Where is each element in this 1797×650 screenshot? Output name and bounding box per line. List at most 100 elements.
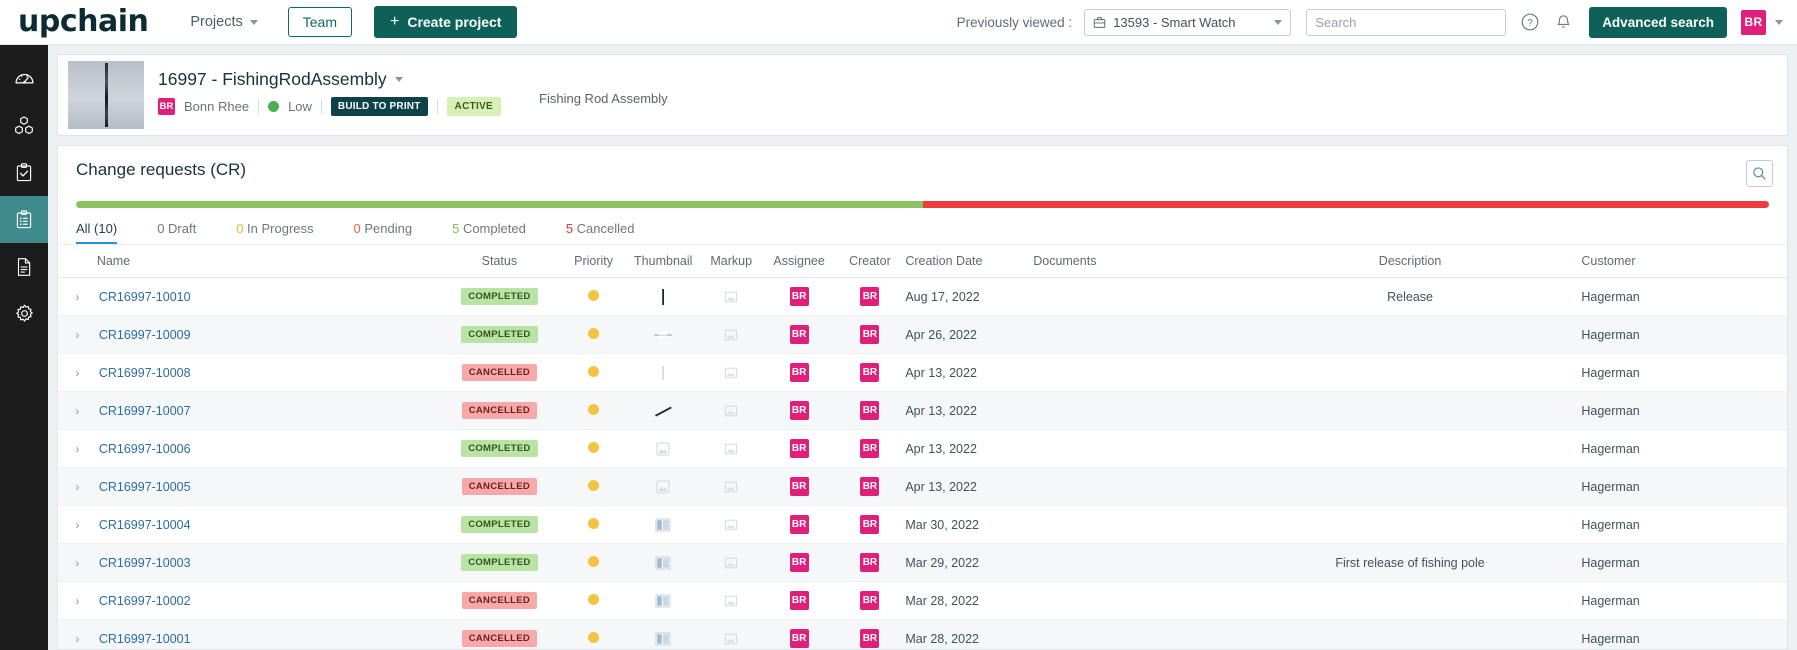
table-row[interactable]: › CR16997-10009 COMPLETED BR BR Apr 26, 2022 H…	[58, 315, 1787, 354]
assignee-avatar[interactable]: BR	[789, 591, 809, 610]
help-button[interactable]: ?	[1520, 12, 1540, 32]
column-creation-date[interactable]: Creation Date	[905, 245, 1034, 278]
previously-viewed-select[interactable]: 13593 - Smart Watch	[1084, 8, 1292, 36]
row-expand-toggle[interactable]: ›	[58, 391, 97, 430]
markup-image-icon[interactable]	[724, 632, 738, 646]
assignee-avatar[interactable]: BR	[789, 477, 809, 496]
chevron-right-icon[interactable]: ›	[75, 556, 79, 570]
markup-image-icon[interactable]	[724, 290, 738, 304]
sidebar-item-settings[interactable]	[0, 290, 48, 337]
project-thumbnail[interactable]	[68, 61, 144, 129]
assignee-avatar[interactable]: BR	[789, 287, 809, 306]
creator-avatar[interactable]: BR	[860, 591, 880, 610]
change-request-link[interactable]: CR16997-10007	[97, 404, 191, 418]
change-request-link[interactable]: CR16997-10002	[97, 594, 191, 608]
row-expand-toggle[interactable]: ›	[58, 543, 97, 582]
row-thumbnail-rod-thin[interactable]	[650, 364, 676, 382]
creator-avatar[interactable]: BR	[860, 629, 880, 648]
column-name[interactable]: Name	[96, 245, 440, 278]
chevron-right-icon[interactable]: ›	[75, 442, 79, 456]
create-project-button[interactable]: + Create project	[373, 6, 518, 38]
chevron-right-icon[interactable]: ›	[75, 290, 79, 304]
column-assignee[interactable]: Assignee	[763, 245, 835, 278]
table-row[interactable]: › CR16997-10010 COMPLETED BR BR Aug 17, 2022 R…	[58, 277, 1787, 316]
column-status[interactable]: Status	[439, 245, 560, 278]
assignee-avatar[interactable]: BR	[789, 401, 809, 420]
column-customer[interactable]: Customer	[1581, 245, 1787, 278]
markup-image-icon[interactable]	[724, 442, 738, 456]
panel-search-button[interactable]	[1746, 160, 1773, 187]
markup-image-icon[interactable]	[724, 594, 738, 608]
chevron-right-icon[interactable]: ›	[75, 632, 79, 646]
change-request-link[interactable]: CR16997-10001	[97, 632, 191, 646]
tab-cancelled[interactable]: 5 Cancelled	[566, 216, 635, 244]
row-thumbnail-rod-diagonal[interactable]	[650, 402, 676, 420]
table-row[interactable]: › CR16997-10001 CANCELLED BR BR Mar 28, 2022 H…	[58, 619, 1787, 649]
project-menu-chevron-icon[interactable]	[394, 77, 403, 82]
sidebar-item-parts[interactable]	[0, 102, 48, 149]
column-description[interactable]: Description	[1238, 245, 1582, 278]
table-row[interactable]: › CR16997-10003 COMPLETED BR BR Mar 29, 2022 F…	[58, 543, 1787, 582]
row-expand-toggle[interactable]: ›	[58, 353, 97, 392]
chevron-right-icon[interactable]: ›	[75, 480, 79, 494]
creator-avatar[interactable]: BR	[860, 287, 880, 306]
assignee-avatar[interactable]: BR	[789, 439, 809, 458]
row-expand-toggle[interactable]: ›	[58, 581, 97, 620]
table-row[interactable]: › CR16997-10006 COMPLETED BR BR Apr 13, 2022 H…	[58, 429, 1787, 468]
assignee-avatar[interactable]: BR	[789, 363, 809, 382]
change-request-link[interactable]: CR16997-10009	[97, 328, 191, 342]
tab-completed[interactable]: 5 Completed	[452, 216, 526, 244]
row-expand-toggle[interactable]: ›	[58, 277, 97, 316]
column-creator[interactable]: Creator	[834, 245, 906, 278]
chevron-right-icon[interactable]: ›	[75, 328, 79, 342]
chevron-right-icon[interactable]: ›	[75, 404, 79, 418]
row-thumbnail-image-placeholder[interactable]	[650, 440, 676, 458]
row-expand-toggle[interactable]: ›	[58, 505, 97, 544]
assignee-avatar[interactable]: BR	[789, 325, 809, 344]
notifications-button[interactable]	[1554, 13, 1573, 32]
row-expand-toggle[interactable]: ›	[58, 315, 97, 354]
creator-avatar[interactable]: BR	[860, 439, 880, 458]
tab-in-progress[interactable]: 0 In Progress	[236, 216, 313, 244]
sidebar-item-tasks[interactable]	[0, 149, 48, 196]
row-expand-toggle[interactable]: ›	[58, 619, 97, 649]
user-menu-chevron-icon[interactable]	[1775, 19, 1783, 25]
user-avatar[interactable]: BR	[1741, 9, 1766, 35]
row-thumbnail-rod-horizontal[interactable]	[650, 326, 676, 344]
column-documents[interactable]: Documents	[1033, 245, 1239, 278]
advanced-search-button[interactable]: Advanced search	[1589, 6, 1727, 38]
change-request-link[interactable]: CR16997-10004	[97, 518, 191, 532]
row-thumbnail-rod-vertical[interactable]	[650, 288, 676, 306]
sidebar-item-documents[interactable]	[0, 243, 48, 290]
markup-image-icon[interactable]	[724, 366, 738, 380]
tab-pending[interactable]: 0 Pending	[354, 216, 413, 244]
sidebar-item-dashboard[interactable]	[0, 55, 48, 102]
column-thumbnail[interactable]: Thumbnail	[627, 245, 699, 278]
row-thumbnail-image-placeholder[interactable]	[650, 478, 676, 496]
markup-image-icon[interactable]	[724, 518, 738, 532]
row-thumbnail-blue-part[interactable]	[650, 516, 676, 534]
creator-avatar[interactable]: BR	[860, 515, 880, 534]
row-expand-toggle[interactable]: ›	[58, 467, 97, 506]
row-thumbnail-blue-part[interactable]	[650, 630, 676, 648]
upchain-logo[interactable]: upchain	[18, 7, 149, 37]
change-request-link[interactable]: CR16997-10003	[97, 556, 191, 570]
team-button[interactable]: Team	[287, 7, 352, 37]
sidebar-item-change-requests[interactable]	[0, 196, 48, 243]
row-thumbnail-blue-part[interactable]	[650, 592, 676, 610]
assignee-avatar[interactable]: BR	[789, 629, 809, 648]
assignee-avatar[interactable]: BR	[789, 553, 809, 572]
table-row[interactable]: › CR16997-10008 CANCELLED BR BR Apr 13, 2022 H…	[58, 353, 1787, 392]
change-request-link[interactable]: CR16997-10008	[97, 366, 191, 380]
creator-avatar[interactable]: BR	[860, 401, 880, 420]
row-expand-toggle[interactable]: ›	[58, 429, 97, 468]
table-row[interactable]: › CR16997-10005 CANCELLED BR BR Apr 13, 2022 H…	[58, 467, 1787, 506]
chevron-right-icon[interactable]: ›	[75, 366, 79, 380]
table-row[interactable]: › CR16997-10002 CANCELLED BR BR Mar 28, 2022 H…	[58, 581, 1787, 620]
creator-avatar[interactable]: BR	[860, 363, 880, 382]
markup-image-icon[interactable]	[724, 404, 738, 418]
column-priority[interactable]: Priority	[559, 245, 628, 278]
assignee-avatar[interactable]: BR	[789, 515, 809, 534]
markup-image-icon[interactable]	[724, 480, 738, 494]
change-request-link[interactable]: CR16997-10005	[97, 480, 191, 494]
